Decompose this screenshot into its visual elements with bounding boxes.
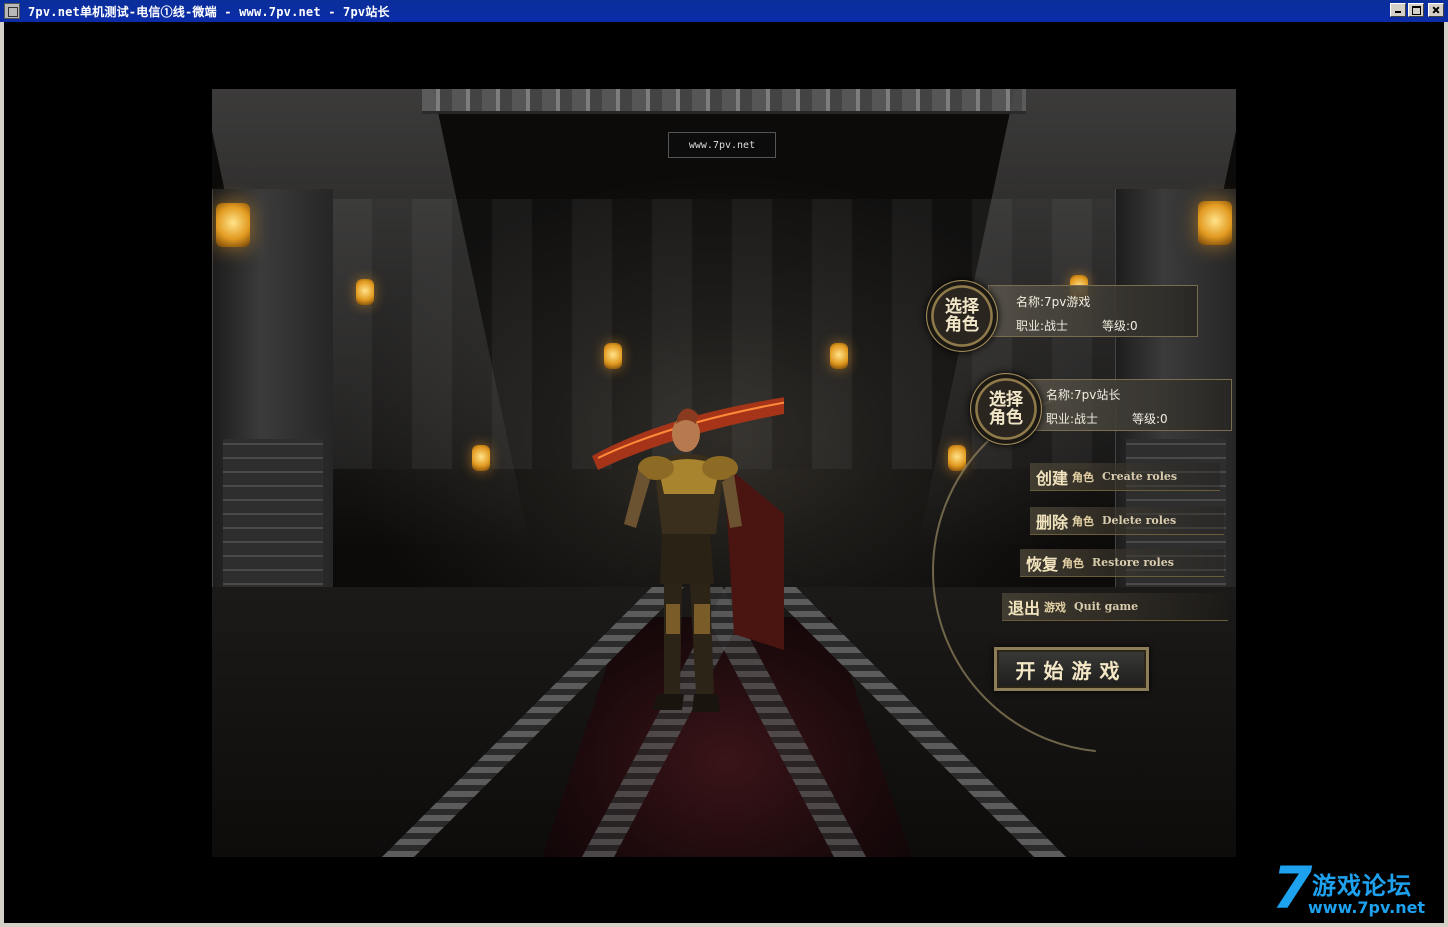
watermark-digit: 7 (1272, 854, 1313, 922)
watermark-url: www.7pv.net (1308, 898, 1426, 917)
window-frame-bottom (0, 923, 1448, 927)
window-controls (1390, 3, 1444, 17)
maximize-button[interactable] (1408, 3, 1424, 17)
ornamental-frieze (422, 89, 1026, 114)
character-2-name: 名称:7pv站长 (1046, 388, 1121, 402)
lantern-icon (356, 279, 374, 305)
warrior-character[interactable] (584, 386, 874, 729)
start-game-button[interactable]: 开始游戏 (994, 647, 1149, 691)
window-title: 7pv.net单机测试-电信①线-微端 - www.7pv.net - 7pv站… (28, 5, 390, 19)
character-1-level: 等级:0 (1102, 319, 1138, 333)
close-button[interactable] (1428, 3, 1444, 17)
character-2-class: 职业:战士 (1046, 412, 1099, 426)
window-titlebar[interactable]: 7pv.net单机测试-电信①线-微端 - www.7pv.net - 7pv站… (0, 0, 1448, 22)
create-role-button[interactable]: 创建 角色 Create roles (1030, 463, 1220, 491)
quit-game-button[interactable]: 退出 游戏 Quit game (1002, 593, 1228, 621)
select-character-2-button[interactable]: 选择 角色 (970, 373, 1042, 445)
app-icon[interactable] (4, 3, 20, 19)
site-badge: www.7pv.net (668, 132, 776, 158)
lantern-icon (1198, 201, 1232, 245)
character-2-level: 等级:0 (1132, 412, 1168, 426)
character-1-class: 职业:战士 (1016, 319, 1069, 333)
window-frame-right (1444, 22, 1448, 927)
restore-role-button[interactable]: 恢复 角色 Restore roles (1020, 549, 1224, 577)
lantern-icon (472, 445, 490, 471)
window-frame-left (0, 22, 4, 927)
lantern-icon (604, 343, 622, 369)
delete-role-button[interactable]: 删除 角色 Delete roles (1030, 507, 1224, 535)
minimize-button[interactable] (1390, 3, 1406, 17)
game-scene: www.7pv.net 选择 角色 名称:7pv游戏 职业:战士 等级:0 选择… (212, 89, 1236, 857)
select-character-1-button[interactable]: 选择 角色 (926, 280, 998, 352)
lantern-icon (830, 343, 848, 369)
watermark-title: 游戏论坛 (1312, 872, 1412, 900)
watermark-logo: 7 游戏论坛 www.7pv.net (1272, 858, 1442, 922)
character-1-name: 名称:7pv游戏 (1016, 295, 1091, 309)
warrior-figure-icon (592, 386, 874, 712)
lantern-icon (216, 203, 250, 247)
